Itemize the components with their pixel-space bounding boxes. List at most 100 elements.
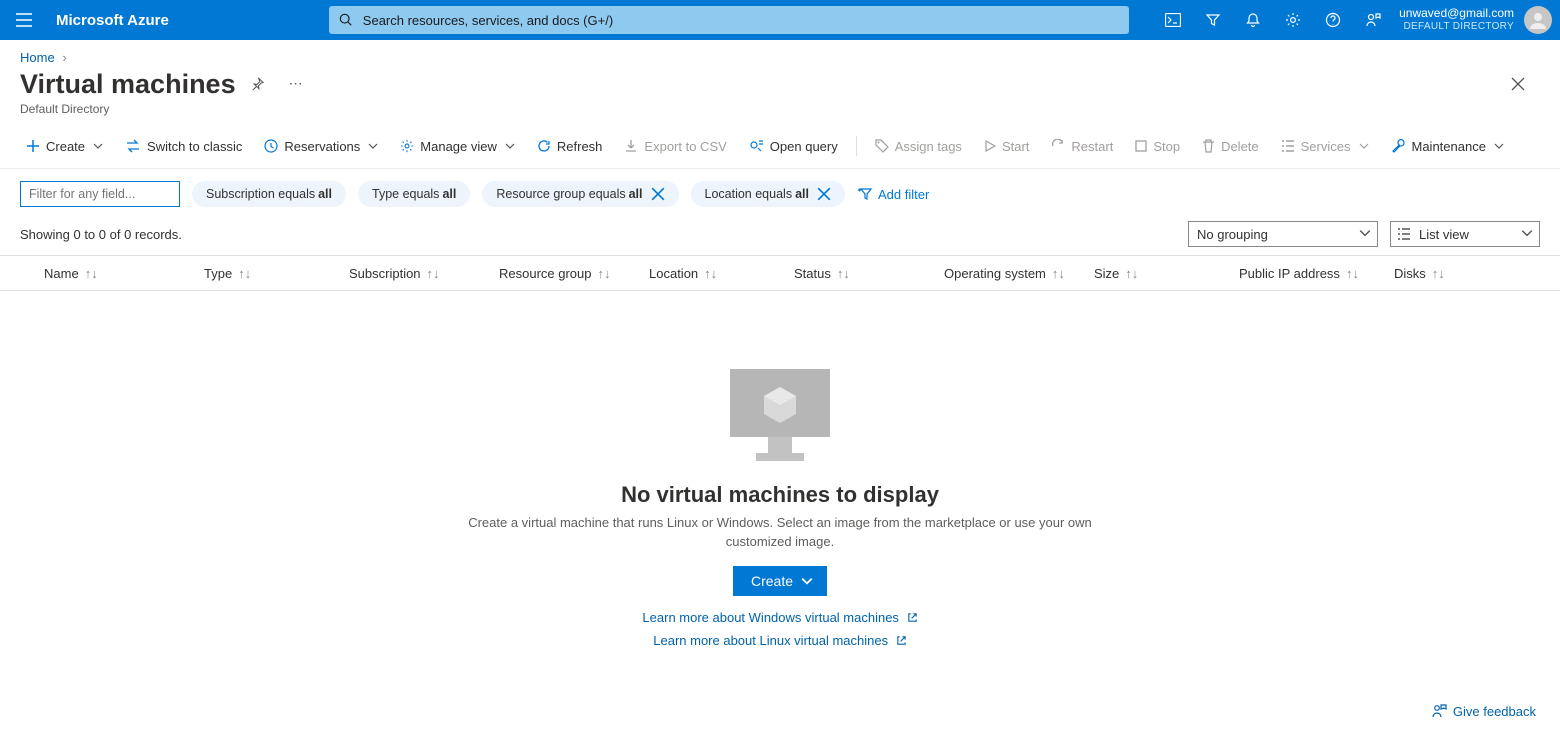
col-os[interactable]: Operating system ↑↓	[920, 266, 1070, 281]
plus-icon	[26, 139, 40, 153]
account-identity[interactable]: unwaved@gmail.com DEFAULT DIRECTORY	[1393, 6, 1524, 34]
col-subscription[interactable]: Subscription↑↓	[325, 266, 475, 281]
pill-value: all	[442, 187, 456, 201]
view-mode-select[interactable]: List view	[1390, 221, 1540, 247]
query-icon	[749, 139, 764, 153]
filter-bar: Subscription equals all Type equals all …	[0, 169, 1560, 207]
learn-windows-link[interactable]: Learn more about Windows virtual machine…	[0, 610, 1560, 625]
maintenance-button[interactable]: Maintenance	[1383, 130, 1512, 162]
chevron-down-icon	[801, 575, 813, 587]
pin-button[interactable]	[242, 68, 274, 100]
refresh-button[interactable]: Refresh	[529, 130, 611, 162]
delete-label: Delete	[1221, 139, 1259, 154]
more-button[interactable]: ⋯	[280, 68, 312, 100]
directories-button[interactable]	[1193, 0, 1233, 40]
help-button[interactable]	[1313, 0, 1353, 40]
col-size[interactable]: Size↑↓	[1070, 266, 1215, 281]
filter-pill-subscription[interactable]: Subscription equals all	[192, 181, 346, 207]
chevron-down-icon	[368, 141, 378, 151]
close-icon[interactable]	[817, 187, 831, 201]
breadcrumb-home[interactable]: Home	[20, 50, 55, 65]
col-location[interactable]: Location↑↓	[625, 266, 770, 281]
filter-icon	[1205, 12, 1221, 28]
sort-icon: ↑↓	[837, 266, 850, 281]
page-subtitle: Default Directory	[0, 102, 1560, 116]
filter-pill-resource-group[interactable]: Resource group equals all	[482, 181, 678, 207]
stop-button[interactable]: Stop	[1127, 130, 1188, 162]
stop-icon	[1135, 140, 1147, 152]
link-label: Learn more about Windows virtual machine…	[642, 610, 899, 625]
col-resource-group[interactable]: Resource group↑↓	[475, 266, 625, 281]
sort-icon: ↑↓	[1346, 266, 1359, 281]
services-label: Services	[1301, 139, 1351, 154]
command-bar: Create Switch to classic Reservations Ma…	[0, 130, 1560, 169]
chevron-down-icon	[1359, 141, 1369, 151]
export-csv-button[interactable]: Export to CSV	[616, 130, 734, 162]
pill-prefix: Resource group equals	[496, 187, 625, 201]
maintenance-label: Maintenance	[1412, 139, 1486, 154]
chevron-down-icon	[1494, 141, 1504, 151]
manage-view-button[interactable]: Manage view	[392, 130, 523, 162]
start-button[interactable]: Start	[976, 130, 1037, 162]
col-name[interactable]: Name↑↓	[20, 266, 180, 281]
col-type[interactable]: Type↑↓	[180, 266, 325, 281]
grouping-select[interactable]: No grouping	[1188, 221, 1378, 247]
manage-view-label: Manage view	[420, 139, 497, 154]
col-label: Operating system	[944, 266, 1046, 281]
table-header: Name↑↓ Type↑↓ Subscription↑↓ Resource gr…	[0, 255, 1560, 291]
settings-button[interactable]	[1273, 0, 1313, 40]
hamburger-button[interactable]	[0, 0, 48, 40]
wrench-icon	[1391, 139, 1406, 154]
breadcrumb: Home ›	[0, 40, 1560, 67]
avatar[interactable]	[1524, 6, 1552, 34]
global-search[interactable]	[329, 6, 1129, 34]
record-count: Showing 0 to 0 of 0 records.	[20, 227, 182, 242]
link-label: Learn more about Linux virtual machines	[653, 633, 888, 648]
col-label: Size	[1094, 266, 1119, 281]
pin-icon	[250, 76, 265, 91]
gear-icon	[400, 139, 414, 153]
sort-icon: ↑↓	[1052, 266, 1065, 281]
empty-state: No virtual machines to display Create a …	[0, 291, 1560, 648]
reservations-button[interactable]: Reservations	[256, 130, 386, 162]
pill-value: all	[318, 187, 332, 201]
play-icon	[984, 140, 996, 152]
col-label: Resource group	[499, 266, 592, 281]
col-disks[interactable]: Disks↑↓	[1370, 266, 1460, 281]
chevron-down-icon	[1359, 227, 1371, 239]
add-filter-button[interactable]: Add filter	[857, 187, 929, 202]
brand-label[interactable]: Microsoft Azure	[48, 12, 179, 29]
close-button[interactable]	[1502, 68, 1534, 100]
restart-label: Restart	[1071, 139, 1113, 154]
clock-icon	[264, 139, 278, 153]
assign-tags-button[interactable]: Assign tags	[867, 130, 970, 162]
person-feedback-icon	[1365, 12, 1381, 28]
create-button[interactable]: Create	[18, 130, 111, 162]
close-icon[interactable]	[651, 187, 665, 201]
filter-pill-location[interactable]: Location equals all	[691, 181, 845, 207]
open-query-button[interactable]: Open query	[741, 130, 846, 162]
filter-pill-type[interactable]: Type equals all	[358, 181, 470, 207]
swap-icon	[125, 139, 141, 153]
feedback-button[interactable]	[1353, 0, 1393, 40]
notifications-button[interactable]	[1233, 0, 1273, 40]
external-link-icon	[907, 612, 918, 623]
open-query-label: Open query	[770, 139, 838, 154]
delete-button[interactable]: Delete	[1194, 130, 1267, 162]
refresh-icon	[537, 139, 551, 153]
sort-icon: ↑↓	[238, 266, 251, 281]
switch-classic-button[interactable]: Switch to classic	[117, 130, 250, 162]
title-row: Virtual machines ⋯	[0, 67, 1560, 100]
give-feedback-link[interactable]: Give feedback	[1431, 703, 1536, 719]
col-public-ip[interactable]: Public IP address↑↓	[1215, 266, 1370, 281]
filter-input[interactable]	[20, 181, 180, 207]
help-icon	[1325, 12, 1341, 28]
cloud-shell-button[interactable]	[1153, 0, 1193, 40]
learn-linux-link[interactable]: Learn more about Linux virtual machines	[0, 633, 1560, 648]
services-button[interactable]: Services	[1273, 130, 1377, 162]
empty-create-button[interactable]: Create	[733, 566, 827, 596]
restart-button[interactable]: Restart	[1043, 130, 1121, 162]
col-status[interactable]: Status↑↓	[770, 266, 920, 281]
page-title: Virtual machines	[20, 69, 236, 100]
global-search-input[interactable]	[361, 12, 1119, 29]
